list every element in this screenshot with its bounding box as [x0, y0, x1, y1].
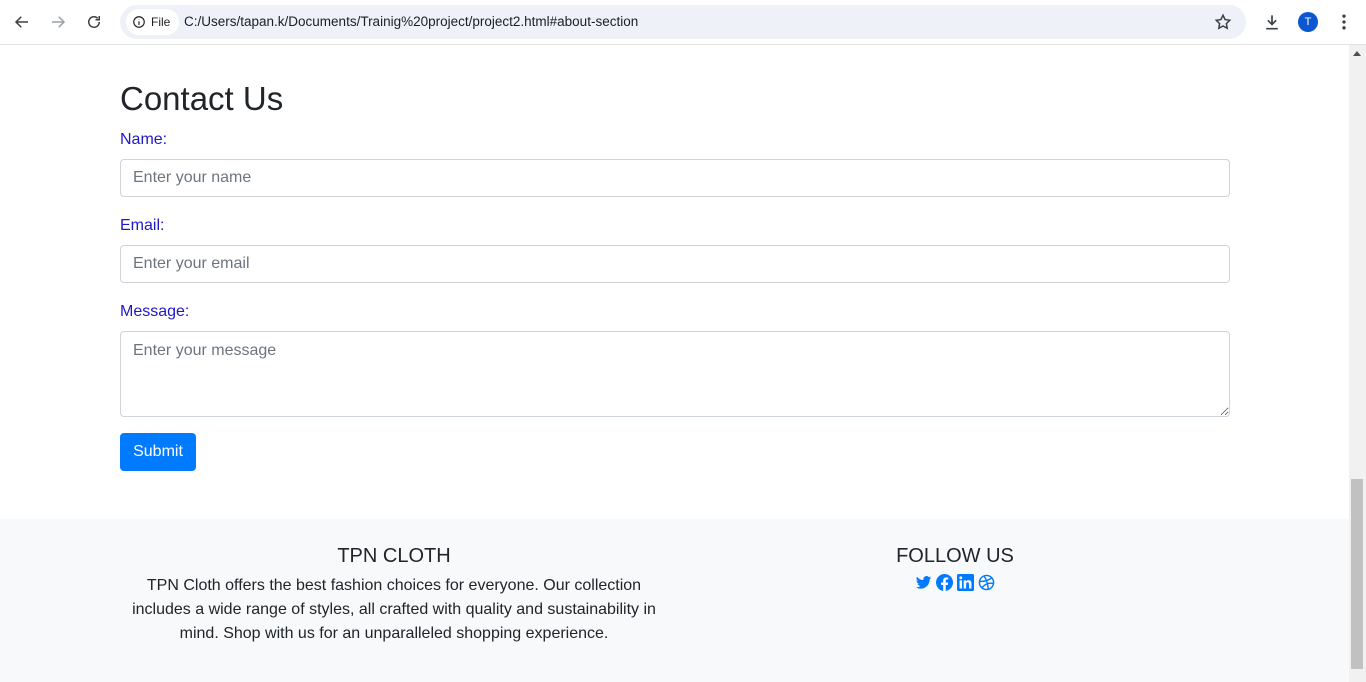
- reload-icon: [88, 16, 100, 28]
- page-scrollbar[interactable]: [1349, 45, 1366, 682]
- profile-avatar[interactable]: T: [1298, 12, 1318, 32]
- submit-button[interactable]: Submit: [120, 433, 196, 471]
- forward-button[interactable]: [46, 10, 70, 34]
- browser-menu-button[interactable]: [1333, 11, 1355, 33]
- footer-follow-heading: FOLLOW US: [896, 545, 1014, 567]
- footer-follow-section: FOLLOW US: [855, 545, 1055, 591]
- url-text[interactable]: C:/Users/tapan.k/Documents/Trainig%20pro…: [184, 14, 638, 29]
- back-button[interactable]: [10, 10, 34, 34]
- footer-brand-text: TPN Cloth offers the best fashion choice…: [132, 577, 656, 642]
- info-icon: [133, 16, 145, 28]
- kebab-menu-icon: [1342, 14, 1346, 30]
- message-label: Message:: [120, 303, 190, 320]
- scrollbar-thumb[interactable]: [1351, 479, 1363, 669]
- footer-brand-section: TPN CLOTH TPN Cloth offers the best fash…: [124, 545, 664, 646]
- dribbble-icon: [978, 574, 995, 591]
- twitter-icon: [915, 576, 932, 589]
- browser-toolbar: File C:/Users/tapan.k/Documents/Trainig%…: [0, 0, 1366, 45]
- footer-brand-heading: TPN CLOTH: [337, 545, 451, 567]
- page-content: Contact Us Name: Email: Message: Submit …: [0, 46, 1349, 682]
- downloads-button[interactable]: [1261, 11, 1283, 33]
- footer: TPN CLOTH TPN Cloth offers the best fash…: [0, 519, 1349, 682]
- bookmark-star-icon[interactable]: [1214, 13, 1232, 31]
- facebook-link[interactable]: [936, 574, 953, 591]
- linkedin-link[interactable]: [957, 574, 974, 591]
- file-chip-label: File: [151, 15, 171, 29]
- email-input[interactable]: [120, 245, 1230, 283]
- name-label: Name:: [120, 131, 168, 148]
- email-label: Email:: [120, 217, 165, 234]
- linkedin-icon: [957, 574, 974, 591]
- name-input[interactable]: [120, 159, 1230, 197]
- social-links: [855, 574, 1055, 591]
- back-arrow-icon: [14, 16, 28, 28]
- forward-arrow-icon: [52, 16, 66, 28]
- message-textarea[interactable]: [120, 331, 1230, 417]
- site-info-chip[interactable]: File: [126, 9, 180, 35]
- address-bar[interactable]: File C:/Users/tapan.k/Documents/Trainig%…: [120, 5, 1246, 39]
- reload-button[interactable]: [82, 10, 106, 34]
- facebook-icon: [936, 574, 953, 591]
- dribbble-link[interactable]: [978, 574, 995, 591]
- twitter-link[interactable]: [915, 574, 932, 591]
- download-icon: [1266, 15, 1278, 30]
- scroll-up-arrow-icon[interactable]: [1353, 51, 1361, 56]
- contact-title: Contact Us: [120, 80, 284, 117]
